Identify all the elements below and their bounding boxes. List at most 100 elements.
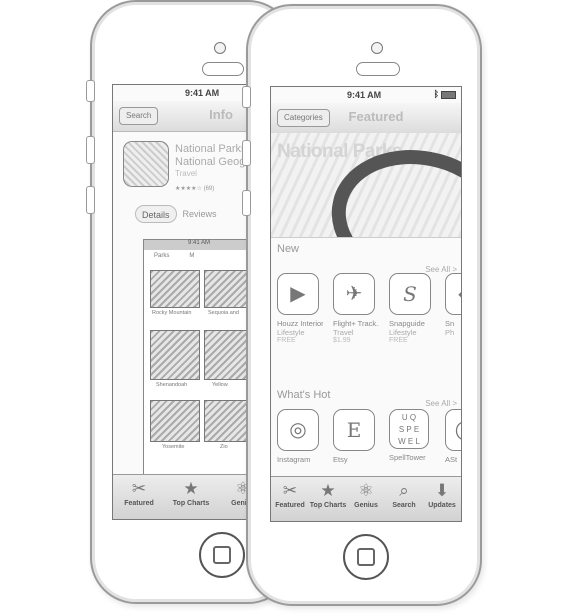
app-name: Snapguide [389,319,425,328]
front-camera-icon [214,42,226,54]
status-bar: 9:41 AM ᛒ [271,87,461,103]
app-tile[interactable]: ◯ ASt [445,409,461,464]
tab-label: Search [392,502,416,509]
back-search-button[interactable]: Search [119,107,159,125]
app-tile[interactable]: ▶ Houzz Interior... Lifestyle FREE [277,273,323,344]
tab-label: Top Charts [309,502,347,509]
instagram-icon: ◎ [277,409,319,451]
app-category: Lifestyle [389,328,417,337]
tab-search[interactable]: ⌕ Search [385,477,423,521]
snapguide-icon: S [389,273,431,315]
volume-down-button [86,186,95,214]
park-label: Zio [220,444,228,450]
park-label: Shenandoah [156,382,188,388]
tab-label: Featured [275,502,305,509]
status-time: 9:41 AM [347,90,382,100]
app-tile[interactable]: U Q S P E W E L SpellTower [389,409,435,462]
partial-app-icon: ◆ [445,273,461,315]
app-price: $1.99 [333,337,351,344]
screenshot-tab-parks: Parks [154,253,170,259]
app-name: Etsy [333,455,348,464]
app-tile[interactable]: ◆ Sn Ph [445,273,461,337]
star-icon: ★ [320,481,336,500]
tab-updates[interactable]: ⬇ Updates [423,477,461,521]
star-icon: ★ [183,479,199,498]
app-name-line1: National Parks [175,143,247,155]
navigation-bar: Categories Featured [271,103,461,134]
status-time: 9:41 AM [185,88,220,98]
app-tile[interactable]: ◎ Instagram [277,409,323,464]
segment-details[interactable]: Details [135,205,177,223]
houzz-icon: ▶ [277,273,319,315]
bluetooth-icon: ᛒ [433,89,439,99]
tab-bar: ✂ Featured ★ Top Charts ⚛ Genius ⌕ Searc… [271,476,461,521]
app-name: National Parks National Geogr [175,143,249,169]
app-rating: ★★★★☆ (69) [175,185,214,192]
tab-label: Featured [124,500,154,507]
plane-icon: ✈ [333,273,375,315]
park-label: Yellow [212,382,228,388]
section-title-new: New [277,243,300,255]
tab-top-charts[interactable]: ★ Top Charts [165,475,217,519]
volume-up-button [242,140,251,166]
national-parks-app-icon [123,141,169,187]
battery-icon [441,91,456,99]
app-category: Travel [333,328,354,337]
front-iphone: 9:41 AM ᛒ Categories Featured National P… [242,4,482,606]
front-camera-icon [371,42,383,54]
mute-switch [86,80,95,102]
partial-app-icon: ◯ [445,409,461,451]
park-thumbnail [150,400,200,442]
section-title-whats-hot: What's Hot [277,389,331,401]
rating-stars-icon: ★★★★☆ [175,186,202,192]
segment-reviews[interactable]: Reviews [177,205,223,223]
nav-title: Featured [348,109,404,124]
screenshot-tabs: Parks M [144,250,254,262]
park-thumbnail [150,330,200,380]
genius-icon: ⚛ [358,481,374,500]
park-label: Yosemite [162,444,185,450]
tab-label: Updates [428,502,456,509]
screenshot-tab-map: M [189,253,195,259]
park-label: Rocky Mountain [152,310,192,316]
see-all-hot-link[interactable]: See All > [425,399,457,408]
tab-genius[interactable]: ⚛ Genius [347,477,385,521]
etsy-icon: E [333,409,375,451]
front-phone-screen: 9:41 AM ᛒ Categories Featured National P… [270,86,462,522]
mute-switch [242,86,251,108]
updates-icon: ⬇ [434,481,450,500]
tab-featured[interactable]: ✂ Featured [271,477,309,521]
park-thumbnail [150,270,200,308]
tab-top-charts[interactable]: ★ Top Charts [309,477,347,521]
screenshot-status-bar: 9:41 AM [144,240,254,250]
app-tile[interactable]: ✈ Flight+ Track... Travel $1.99 [333,273,379,344]
app-price: FREE [389,337,408,344]
app-name: Instagram [277,455,311,464]
search-icon: ⌕ [399,481,409,500]
tab-label: Top Charts [172,500,210,507]
app-category: Lifestyle [277,328,305,337]
app-name: ASt [445,455,458,464]
tab-label: Genius [354,502,378,509]
earpiece-speaker [202,62,244,76]
app-price: FREE [277,337,296,344]
app-name: Houzz Interior... [277,319,323,328]
app-name: SpellTower [389,453,426,462]
volume-down-button [242,190,251,216]
spelltower-icon: U Q S P E W E L [389,409,429,449]
app-tile[interactable]: E Etsy [333,409,379,464]
home-button[interactable] [343,534,389,580]
app-category: Ph [445,328,455,337]
home-button[interactable] [199,532,245,578]
featured-banner[interactable]: National Parks [271,133,461,238]
app-tile[interactable]: S Snapguide Lifestyle FREE [389,273,435,344]
tab-featured[interactable]: ✂ Featured [113,475,165,519]
app-name-line2: National Geogr [175,156,249,168]
featured-icon: ✂ [131,479,147,498]
earpiece-speaker [356,62,400,76]
volume-up-button [86,136,95,164]
app-name: Flight+ Track... [333,319,379,328]
park-label: Sequoia and [208,310,239,316]
rating-count: (69) [203,186,215,192]
details-reviews-segmented-control: Details Reviews [135,205,223,223]
